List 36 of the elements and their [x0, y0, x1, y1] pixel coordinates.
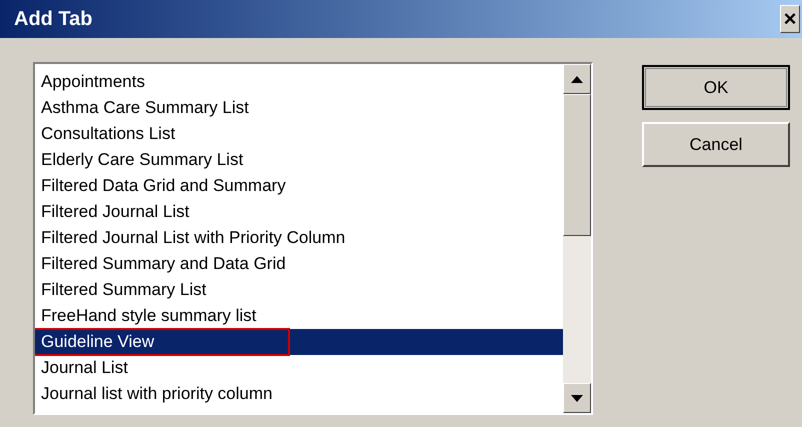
close-button[interactable]: ×: [780, 5, 800, 33]
list-item[interactable]: Elderly Care Summary List: [35, 147, 563, 173]
list-item[interactable]: Guideline View: [35, 329, 563, 355]
dialog-button[interactable]: Cancel: [642, 122, 790, 167]
scroll-up-button[interactable]: [563, 64, 591, 94]
list-item[interactable]: Filtered Journal List: [35, 199, 563, 225]
item-label: FreeHand style summary list: [40, 305, 258, 327]
list-item[interactable]: FreeHand style summary list: [35, 303, 563, 329]
list-item[interactable]: Filtered Summary and Data Grid: [35, 251, 563, 277]
scroll-down-button[interactable]: [563, 383, 591, 413]
up-arrow-icon: [571, 76, 583, 82]
list-item[interactable]: Filtered Summary List: [35, 277, 563, 303]
item-label: Asthma Care Summary List: [40, 97, 250, 119]
list-item[interactable]: Journal list with priority column: [35, 381, 563, 407]
item-label: Filtered Journal List: [40, 201, 190, 223]
item-label: Filtered Summary List: [40, 279, 208, 301]
list-item[interactable]: Journal List: [35, 355, 563, 381]
item-label: Elderly Care Summary List: [40, 149, 244, 171]
item-label: Consultations List: [40, 123, 176, 145]
down-arrow-icon: [571, 394, 583, 402]
window-title: Add Tab: [14, 7, 93, 32]
dialog-button[interactable]: OK: [642, 65, 790, 110]
list-item[interactable]: Filtered Data Grid and Summary: [35, 173, 563, 199]
item-label: Filtered Summary and Data Grid: [40, 253, 287, 275]
item-label: Journal list with priority column: [40, 383, 274, 405]
list-item[interactable]: Filtered Journal List with Priority Column: [35, 225, 563, 251]
list-item[interactable]: Consultations List: [35, 121, 563, 147]
item-label: Guideline View: [35, 330, 288, 354]
item-label: Journal List: [40, 357, 129, 379]
list-item[interactable]: Appointments: [35, 69, 563, 95]
scroll-thumb[interactable]: [563, 94, 591, 236]
list-item[interactable]: Asthma Care Summary List: [35, 95, 563, 121]
scrollbar[interactable]: [563, 64, 591, 413]
item-label: Filtered Data Grid and Summary: [40, 175, 287, 197]
item-label: Filtered Journal List with Priority Column: [40, 227, 346, 249]
item-label: Appointments: [40, 71, 146, 93]
